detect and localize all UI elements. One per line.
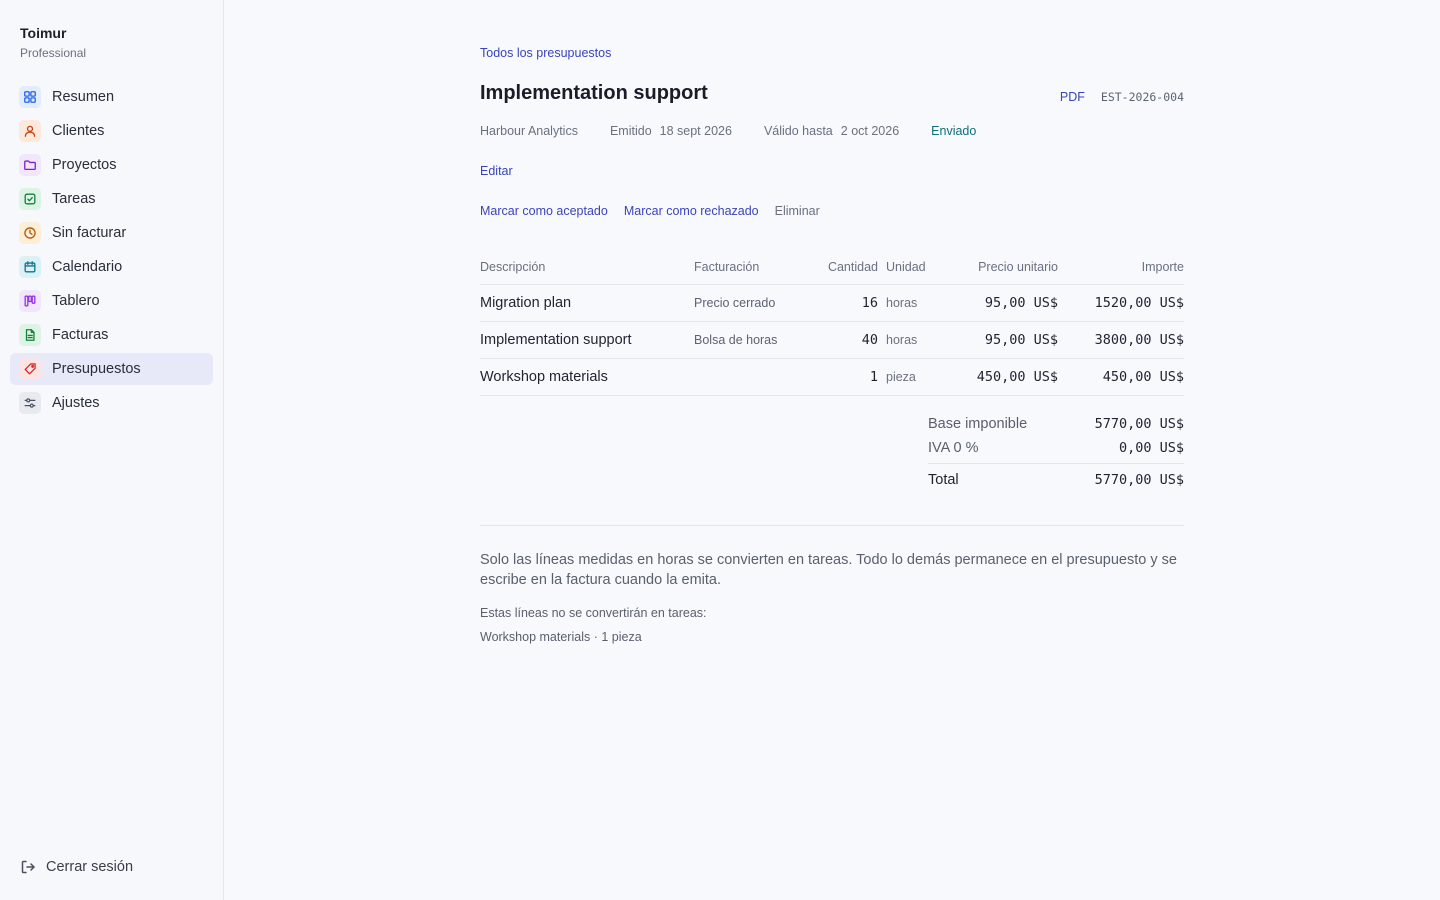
cell-unit-price: 95,00 US$ xyxy=(984,332,1058,348)
sidebar-item-label: Sin facturar xyxy=(52,225,127,241)
table-header: Descripción Facturación Cantidad Unidad … xyxy=(480,250,1184,285)
table-row: Implementation support Bolsa de horas 40 ho… xyxy=(480,322,1184,359)
calendar-icon xyxy=(19,256,41,278)
cell-billing: Precio cerrado xyxy=(694,296,776,310)
tax-value: 0,00 US$ xyxy=(1118,440,1184,456)
column-header-billing: Facturación xyxy=(694,260,760,274)
estimate-meta: Harbour Analytics Emitido 18 sept 2026 V… xyxy=(480,124,976,138)
mark-rejected-button[interactable]: Marcar como rechazado xyxy=(624,204,759,218)
plan-label: Professional xyxy=(20,46,87,60)
sidebar-nav: Resumen Clientes Proyectos Tareas Sin factur… xyxy=(10,81,213,421)
tax-row: IVA 0 % 0,00 US$ xyxy=(928,436,1184,460)
person-icon xyxy=(19,120,41,142)
cell-description: Workshop materials xyxy=(480,369,608,385)
total-row: Total 5770,00 US$ xyxy=(928,463,1184,492)
cell-description: Implementation support xyxy=(480,332,632,348)
cell-quantity: 16 xyxy=(861,295,878,311)
table-body: Migration plan Precio cerrado 16 horas 95,00… xyxy=(480,285,1184,396)
column-header-unit-price: Precio unitario xyxy=(978,260,1058,274)
delete-button[interactable]: Eliminar xyxy=(775,204,820,218)
total-label: Total xyxy=(928,471,959,488)
cell-quantity: 40 xyxy=(861,332,878,348)
sidebar-item-label: Resumen xyxy=(52,89,115,105)
sidebar-item-label: Presupuestos xyxy=(52,361,141,377)
cell-amount: 1520,00 US$ xyxy=(1094,295,1184,311)
sidebar-item-tablero[interactable]: Tablero xyxy=(10,285,213,317)
client-name: Harbour Analytics xyxy=(480,124,578,138)
sidebar-item-presupuestos[interactable]: Presupuestos xyxy=(10,353,213,385)
line-items-table: Descripción Facturación Cantidad Unidad … xyxy=(480,250,1184,396)
tag-icon xyxy=(19,358,41,380)
cell-unit: pieza xyxy=(886,370,916,384)
sidebar-item-label: Tablero xyxy=(52,293,100,309)
sidebar-item-sin-facturar[interactable]: Sin facturar xyxy=(10,217,213,249)
document-icon xyxy=(19,324,41,346)
cell-unit: horas xyxy=(886,296,918,310)
table-row: Workshop materials 1 pieza 450,00 US$ 450,00… xyxy=(480,359,1184,396)
grid-icon xyxy=(19,86,41,108)
clock-icon xyxy=(19,222,41,244)
breadcrumb-all-estimates[interactable]: Todos los presupuestos xyxy=(480,46,611,60)
subtotal-value: 5770,00 US$ xyxy=(1094,416,1184,432)
sidebar-item-label: Clientes xyxy=(52,123,105,139)
workspace-name: Toimur xyxy=(20,25,67,41)
issued-label: Emitido xyxy=(609,124,652,138)
total-value: 5770,00 US$ xyxy=(1094,471,1184,488)
totals-summary: Base imponible 5770,00 US$ IVA 0 % 0,00 … xyxy=(928,412,1184,492)
sidebar: Toimur Professional Resumen Clientes Proye… xyxy=(0,0,224,900)
logout-label: Cerrar sesión xyxy=(46,859,134,875)
cell-unit: horas xyxy=(886,333,918,347)
pdf-link[interactable]: PDF xyxy=(1060,90,1085,104)
cell-unit-price: 450,00 US$ xyxy=(976,369,1058,385)
kanban-icon xyxy=(19,290,41,312)
folder-icon xyxy=(19,154,41,176)
logout-icon xyxy=(21,860,35,874)
subtotal-label: Base imponible xyxy=(928,416,1028,432)
sidebar-item-label: Calendario xyxy=(52,259,123,275)
estimate-actions: Marcar como aceptado Marcar como rechaza… xyxy=(480,204,820,218)
not-converted-items: Workshop materials · 1 pieza xyxy=(480,630,642,644)
column-header-description: Descripción xyxy=(480,260,546,274)
sidebar-item-resumen[interactable]: Resumen xyxy=(10,81,213,113)
cell-quantity: 1 xyxy=(869,369,878,385)
sidebar-item-ajustes[interactable]: Ajustes xyxy=(10,387,213,419)
sidebar-item-label: Facturas xyxy=(52,327,109,343)
cell-billing: Bolsa de horas xyxy=(694,333,778,347)
edit-button[interactable]: Editar xyxy=(480,164,513,178)
sidebar-item-tareas[interactable]: Tareas xyxy=(10,183,213,215)
sidebar-item-label: Proyectos xyxy=(52,157,117,173)
cell-unit-price: 95,00 US$ xyxy=(984,295,1058,311)
cell-description: Migration plan xyxy=(480,295,572,311)
cell-amount: 3800,00 US$ xyxy=(1094,332,1184,348)
subtotal-row: Base imponible 5770,00 US$ xyxy=(928,412,1184,436)
sidebar-item-proyectos[interactable]: Proyectos xyxy=(10,149,213,181)
valid-until-label: Válido hasta xyxy=(763,124,833,138)
section-divider xyxy=(480,525,1184,526)
sidebar-item-clientes[interactable]: Clientes xyxy=(10,115,213,147)
estimate-header-right: PDF EST-2026-004 xyxy=(1060,90,1184,104)
page-title: Implementation support xyxy=(480,82,708,104)
logout-button[interactable]: Cerrar sesión xyxy=(20,859,133,875)
sliders-icon xyxy=(19,392,41,414)
valid-until-date: 2 oct 2026 xyxy=(840,124,900,138)
not-converted-label: Estas líneas no se convertirán en tareas… xyxy=(480,606,707,620)
brand: Toimur Professional xyxy=(20,25,86,60)
mark-accepted-button[interactable]: Marcar como aceptado xyxy=(480,204,608,218)
estimate-number: EST-2026-004 xyxy=(1100,90,1184,104)
table-row: Migration plan Precio cerrado 16 horas 95,00… xyxy=(480,285,1184,322)
sidebar-item-facturas[interactable]: Facturas xyxy=(10,319,213,351)
sidebar-item-label: Tareas xyxy=(52,191,96,207)
column-header-quantity: Cantidad xyxy=(827,260,878,274)
sidebar-item-label: Ajustes xyxy=(52,395,100,411)
cell-amount: 450,00 US$ xyxy=(1102,369,1184,385)
sidebar-item-calendario[interactable]: Calendario xyxy=(10,251,213,283)
conversion-note: Solo las líneas medidas en horas se conv… xyxy=(480,552,1177,588)
status-badge: Enviado xyxy=(931,124,977,138)
column-header-amount: Importe xyxy=(1141,260,1184,274)
issued-date: 18 sept 2026 xyxy=(659,124,732,138)
tax-label: IVA 0 % xyxy=(928,440,979,456)
column-header-unit: Unidad xyxy=(886,260,926,274)
checkbox-icon xyxy=(19,188,41,210)
